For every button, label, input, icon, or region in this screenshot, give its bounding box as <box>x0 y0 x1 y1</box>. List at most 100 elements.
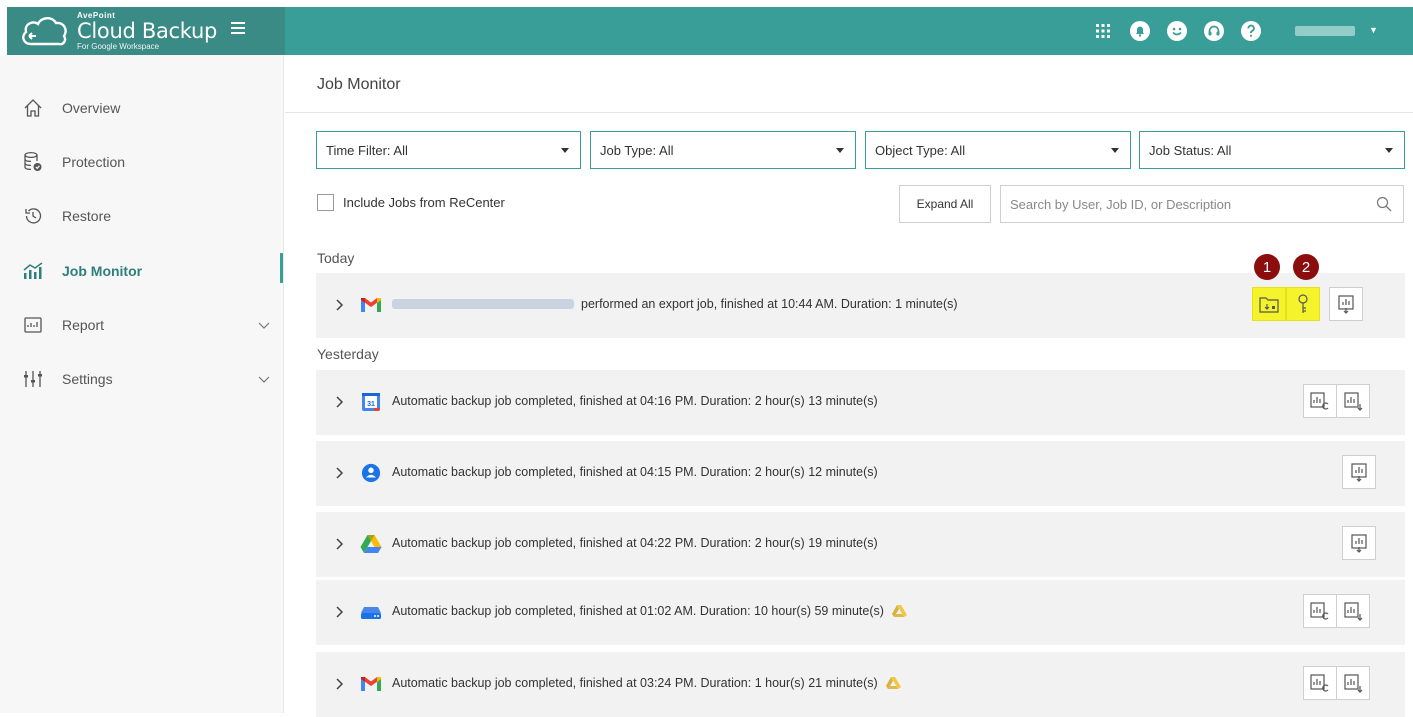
job-row[interactable]: Automatic backup job completed, finished… <box>316 441 1405 506</box>
view-password-button[interactable] <box>1286 287 1320 321</box>
shared-drive-icon <box>361 607 381 619</box>
report-download-icon <box>1351 463 1367 482</box>
sidebar-item-label: Overview <box>62 100 121 116</box>
report-download-icon <box>1351 534 1367 553</box>
job-row[interactable]: Automatic backup job completed, finished… <box>316 652 1405 717</box>
job-description: Automatic backup job completed, finished… <box>392 676 878 690</box>
callout-badge-2: 2 <box>1293 254 1319 280</box>
job-row[interactable]: Automatic backup job completed, finished… <box>316 512 1405 577</box>
history-icon <box>22 205 44 227</box>
gmail-icon <box>361 298 381 312</box>
job-row[interactable]: 31 Automatic backup job completed, finis… <box>316 370 1405 435</box>
folder-download-icon <box>1259 297 1279 313</box>
job-report-button[interactable] <box>1342 455 1376 489</box>
report-icon <box>22 314 44 336</box>
chevron-right-icon[interactable] <box>335 606 345 618</box>
job-description: Automatic backup job completed, finished… <box>392 465 878 479</box>
caret-down-icon <box>1385 148 1393 153</box>
sidebar: Overview Protection Restore Job Monitor … <box>0 55 284 713</box>
search-input[interactable] <box>1001 186 1361 222</box>
chevron-right-icon[interactable] <box>335 678 345 690</box>
user-name-redacted[interactable] <box>1295 26 1355 36</box>
search-icon[interactable] <box>1376 196 1392 212</box>
include-recenter-checkbox[interactable] <box>317 194 334 211</box>
job-report-refresh-button[interactable] <box>1303 594 1337 628</box>
chevron-right-icon[interactable] <box>335 467 345 479</box>
report-download-icon <box>1338 295 1354 314</box>
hamburger-menu-icon[interactable] <box>231 22 245 34</box>
report-download-icon <box>1344 674 1363 693</box>
report-refresh-icon <box>1310 674 1329 692</box>
gmail-icon <box>361 677 381 691</box>
brand-area: AvePoint Cloud Backup For Google Workspa… <box>7 7 285 55</box>
sidebar-item-label: Restore <box>62 208 112 224</box>
sidebar-item-restore[interactable]: Restore <box>0 196 284 236</box>
chevron-right-icon[interactable] <box>335 396 345 408</box>
product-name: Cloud Backup <box>77 18 218 43</box>
job-report-button[interactable] <box>1336 666 1370 700</box>
filter-value: Job Type: All <box>600 142 674 158</box>
report-refresh-icon <box>1310 392 1329 410</box>
key-icon <box>1298 294 1308 313</box>
job-report-button[interactable] <box>1336 594 1370 628</box>
sidebar-item-protection[interactable]: Protection <box>0 142 284 182</box>
download-export-button[interactable] <box>1252 287 1286 321</box>
report-refresh-icon <box>1310 602 1329 620</box>
sidebar-item-report[interactable]: Report <box>0 305 284 345</box>
job-description: Automatic backup job completed, finished… <box>392 394 878 408</box>
filter-value: Job Status: All <box>1149 142 1232 158</box>
caret-down-icon <box>836 148 844 153</box>
filter-value: Time Filter: All <box>326 142 408 158</box>
product-subtitle: For Google Workspace <box>77 41 160 51</box>
job-report-button[interactable] <box>1329 287 1363 321</box>
google-drive-icon <box>360 535 382 553</box>
filter-value: Object Type: All <box>875 142 966 158</box>
sidebar-item-label: Report <box>62 317 105 333</box>
job-report-refresh-button[interactable] <box>1303 384 1337 418</box>
job-description: performed an export job, finished at 10:… <box>581 297 958 311</box>
time-filter-dropdown[interactable]: Time Filter: All <box>316 131 581 169</box>
chevron-right-icon[interactable] <box>335 299 345 311</box>
sidebar-item-label: Settings <box>62 371 113 387</box>
report-download-icon <box>1344 392 1363 411</box>
job-description: Automatic backup job completed, finished… <box>392 604 884 618</box>
google-calendar-icon: 31 <box>362 393 380 411</box>
google-contacts-icon <box>361 463 381 483</box>
job-row[interactable]: Automatic backup job completed, finished… <box>316 580 1405 645</box>
top-bar: AvePoint Cloud Backup For Google Workspa… <box>0 0 1413 55</box>
feedback-smile-icon[interactable] <box>1165 19 1189 43</box>
search-box <box>1000 185 1404 223</box>
job-type-dropdown[interactable]: Job Type: All <box>590 131 856 169</box>
sliders-icon <box>22 368 44 390</box>
job-report-button[interactable] <box>1342 526 1376 560</box>
sidebar-item-label: Protection <box>62 154 126 170</box>
job-status-dropdown[interactable]: Job Status: All <box>1139 131 1405 169</box>
job-report-button[interactable] <box>1336 384 1370 418</box>
expand-all-button[interactable]: Expand All <box>899 185 991 223</box>
chevron-down-icon <box>258 376 270 383</box>
include-recenter-option: Include Jobs from ReCenter <box>317 194 505 211</box>
job-description: Automatic backup job completed, finished… <box>392 536 878 550</box>
sidebar-item-job-monitor[interactable]: Job Monitor <box>0 251 284 291</box>
sidebar-item-overview[interactable]: Overview <box>0 88 284 128</box>
caret-down-icon <box>1111 148 1119 153</box>
chevron-right-icon[interactable] <box>335 538 345 550</box>
notification-bell-icon[interactable] <box>1128 19 1152 43</box>
chart-icon <box>22 260 44 282</box>
support-headset-icon[interactable] <box>1202 19 1226 43</box>
object-type-dropdown[interactable]: Object Type: All <box>865 131 1131 169</box>
apps-grid-icon[interactable] <box>1091 19 1115 43</box>
cloud-logo-icon <box>22 17 67 46</box>
section-header-yesterday: Yesterday <box>317 346 379 362</box>
sidebar-item-settings[interactable]: Settings <box>0 359 284 399</box>
divider <box>285 112 1413 113</box>
section-header-today: Today <box>317 250 355 266</box>
job-report-refresh-button[interactable] <box>1303 666 1337 700</box>
chevron-down-icon <box>258 322 270 329</box>
help-question-icon[interactable] <box>1239 19 1263 43</box>
warning-drive-icon <box>891 605 907 617</box>
job-row[interactable]: performed an export job, finished at 10:… <box>316 273 1405 338</box>
user-menu-caret-icon[interactable]: ▼ <box>1369 25 1378 35</box>
database-shield-icon <box>22 151 44 173</box>
active-indicator <box>280 253 283 283</box>
